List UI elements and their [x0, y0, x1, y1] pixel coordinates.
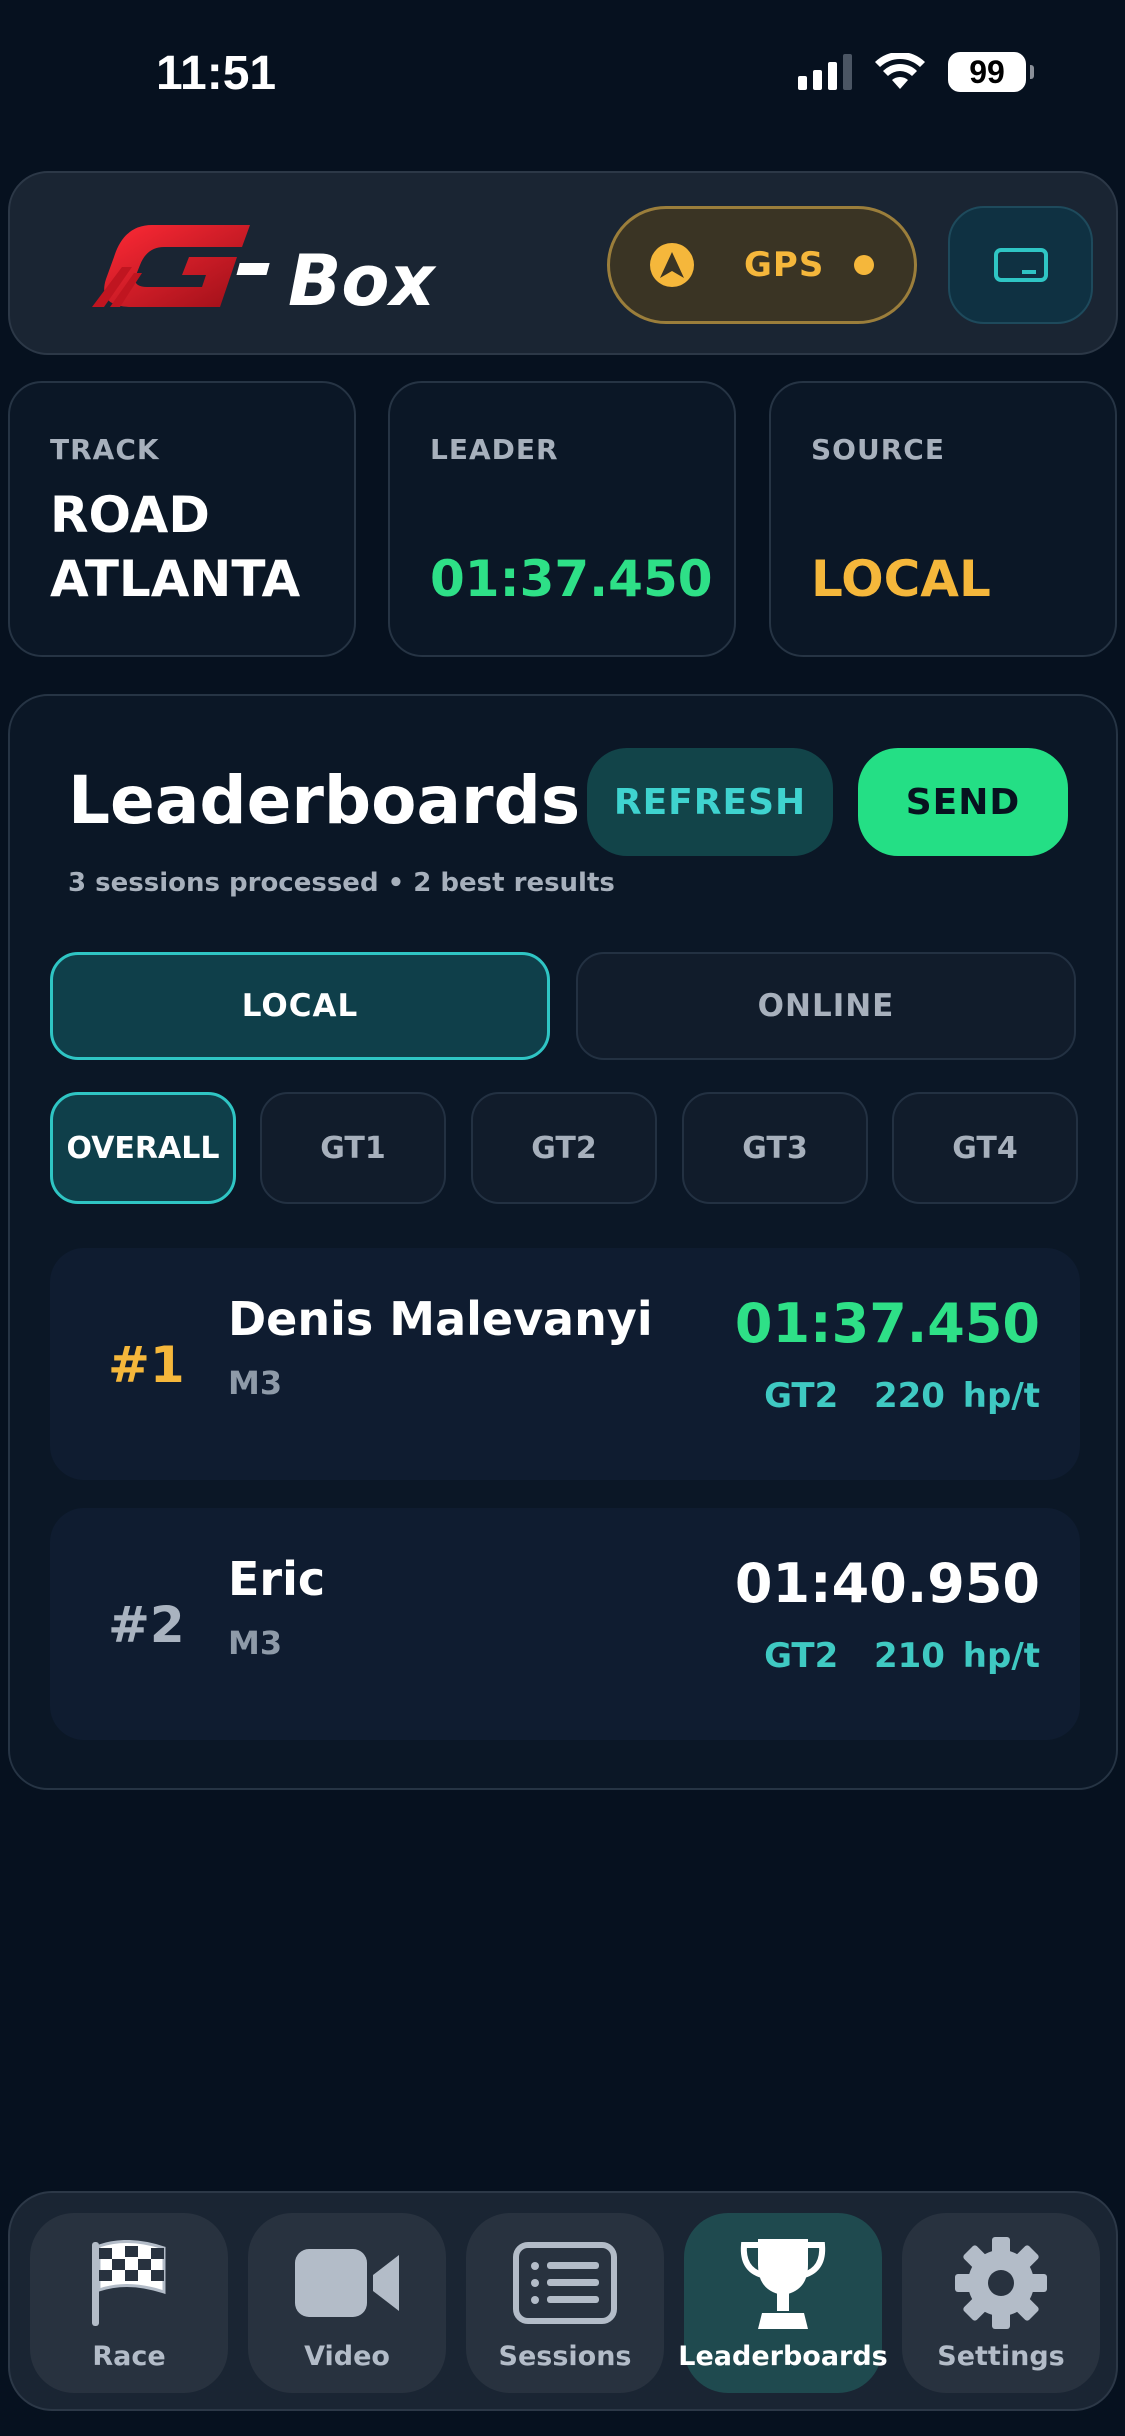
- battery-indicator: 99: [948, 52, 1034, 92]
- class-filter-gt4[interactable]: GT4: [892, 1092, 1078, 1204]
- lap-time: 01:40.950: [734, 1552, 1040, 1615]
- car-class: GT2: [764, 1376, 839, 1416]
- gps-label: GPS: [744, 245, 825, 285]
- leader-card: LEADER 01:37.450: [388, 381, 736, 657]
- car-model: M3: [228, 1624, 283, 1662]
- source-card: SOURCE LOCAL: [769, 381, 1117, 657]
- tab-settings[interactable]: Settings: [902, 2213, 1100, 2393]
- card-icon: [993, 248, 1048, 282]
- wifi-icon: [875, 53, 925, 89]
- class-power: GT2 220 hp/t: [764, 1376, 1040, 1416]
- gps-status-button[interactable]: GPS: [607, 206, 917, 324]
- device-button[interactable]: [948, 206, 1093, 324]
- class-filter-gt2[interactable]: GT2: [471, 1092, 657, 1204]
- send-button[interactable]: SEND: [858, 748, 1068, 856]
- refresh-button[interactable]: REFRESH: [587, 748, 833, 856]
- leaderboard-row[interactable]: #1 Denis Malevanyi M3 01:37.450 GT2 220 …: [50, 1248, 1080, 1480]
- car-model: M3: [228, 1364, 283, 1402]
- status-time: 11:51: [156, 47, 277, 100]
- gps-status-dot: [854, 255, 874, 275]
- rank: #1: [108, 1336, 185, 1394]
- cellular-signal-icon: [798, 54, 852, 90]
- trophy-icon: [738, 2235, 828, 2331]
- tab-label: Settings: [937, 2341, 1065, 2372]
- leaderboards-panel: Leaderboards 3 sessions processed • 2 be…: [8, 694, 1118, 1790]
- gbox-logo: Box: [92, 225, 436, 317]
- tab-label: Race: [92, 2341, 166, 2372]
- tab-sessions[interactable]: Sessions: [466, 2213, 664, 2393]
- source-label: SOURCE: [811, 433, 945, 466]
- class-filter-gt3[interactable]: GT3: [682, 1092, 868, 1204]
- page-title: Leaderboards: [68, 762, 581, 839]
- class-filter-gt1[interactable]: GT1: [260, 1092, 446, 1204]
- checkered-flag-icon: [88, 2235, 170, 2331]
- source-value: LOCAL: [811, 550, 991, 608]
- tab-label: Video: [304, 2341, 390, 2372]
- lap-time: 01:37.450: [734, 1292, 1040, 1355]
- tab-label: Leaderboards: [678, 2341, 888, 2372]
- leaderboard-row[interactable]: #2 Eric M3 01:40.950 GT2 210 hp/t: [50, 1508, 1080, 1740]
- tab-label: Sessions: [498, 2341, 632, 2372]
- app-header: Box GPS: [8, 171, 1118, 355]
- class-power: GT2 210 hp/t: [764, 1636, 1040, 1676]
- track-value-line2: ATLANTA: [50, 550, 301, 608]
- segment-online[interactable]: ONLINE: [576, 952, 1076, 1060]
- car-class: GT2: [764, 1636, 839, 1676]
- leader-time: 01:37.450: [430, 550, 713, 608]
- class-filter-overall[interactable]: OVERALL: [50, 1092, 236, 1204]
- rank: #2: [108, 1596, 185, 1654]
- driver-name: Denis Malevanyi: [228, 1292, 653, 1346]
- track-label: TRACK: [50, 433, 160, 466]
- power-ratio: 210 hp/t: [873, 1636, 1040, 1676]
- list-icon: [513, 2235, 617, 2331]
- video-camera-icon: [293, 2235, 401, 2331]
- segment-local[interactable]: LOCAL: [50, 952, 550, 1060]
- tab-race[interactable]: Race: [30, 2213, 228, 2393]
- power-ratio: 220 hp/t: [873, 1376, 1040, 1416]
- leader-label: LEADER: [430, 433, 559, 466]
- navigation-arrow-icon: [650, 243, 694, 287]
- driver-name: Eric: [228, 1552, 326, 1606]
- gear-icon: [954, 2235, 1048, 2331]
- leaderboards-screen: 11:51 99 Box GPS TRACK ROAD ATLANTA LEAD…: [0, 0, 1125, 2436]
- status-indicators: 99: [798, 52, 1034, 92]
- track-card: TRACK ROAD ATLANTA: [8, 381, 356, 657]
- track-value-line1: ROAD: [50, 486, 210, 544]
- tab-leaderboards[interactable]: Leaderboards: [678, 2213, 888, 2393]
- track-value: ROAD ATLANTA: [50, 483, 300, 611]
- tab-video[interactable]: Video: [248, 2213, 446, 2393]
- bottom-tab-bar: Race Video Sessions Leaderboards Setting…: [8, 2191, 1118, 2411]
- svg-text:Box: Box: [288, 240, 436, 317]
- leaderboards-subtitle: 3 sessions processed • 2 best results: [68, 868, 615, 898]
